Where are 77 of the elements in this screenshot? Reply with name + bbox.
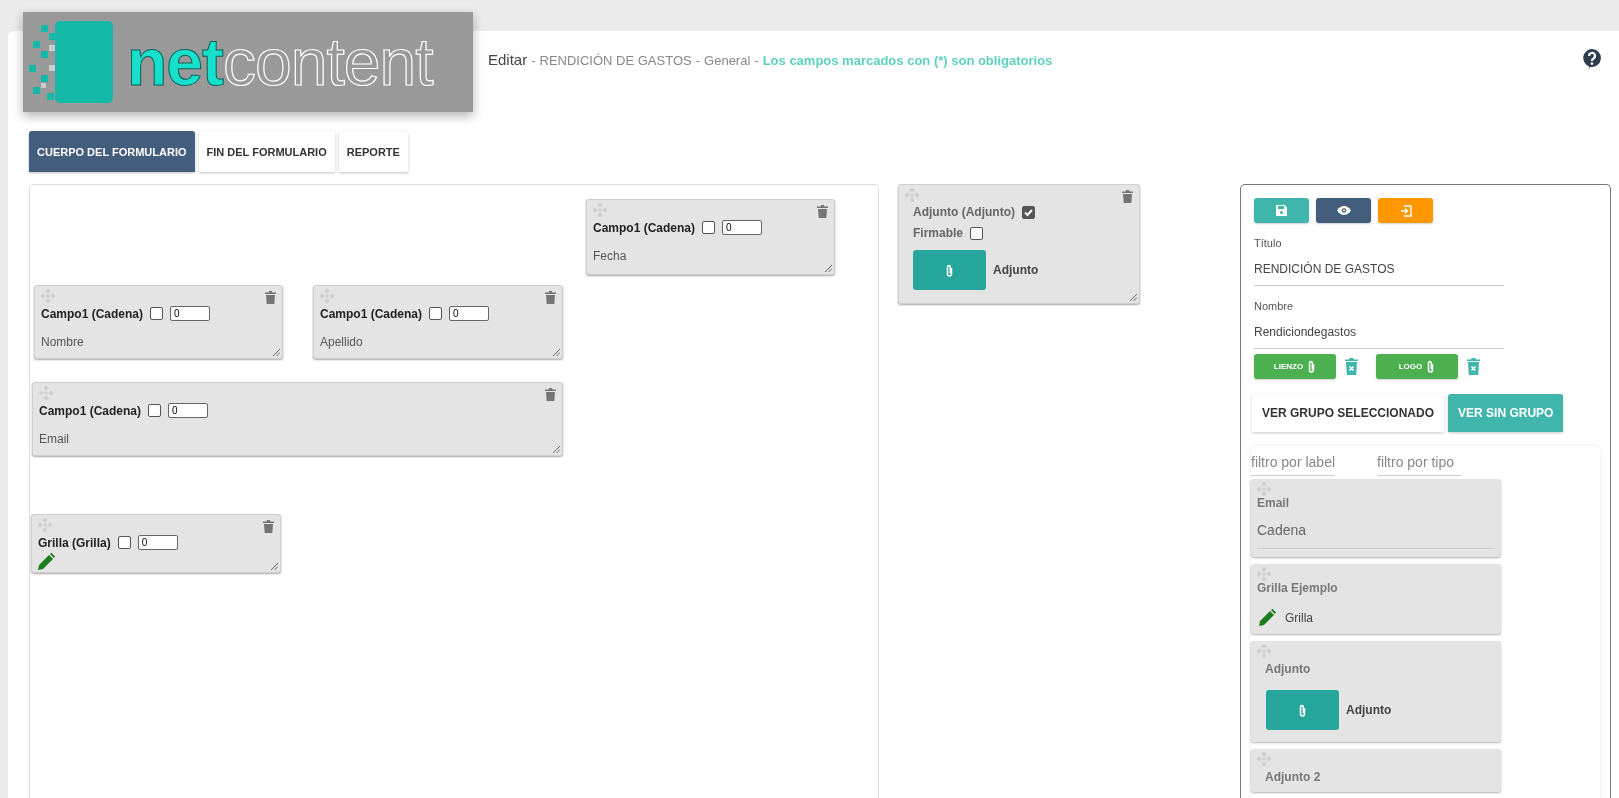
checkbox[interactable] (970, 226, 983, 240)
resize-handle[interactable] (270, 562, 278, 570)
item-title: Grilla Ejemplo (1257, 581, 1339, 595)
field-card[interactable]: Campo1 (Cadena) 0 Email (32, 382, 563, 456)
field-title: Adjunto (Adjunto) (913, 205, 1015, 219)
preview-button[interactable] (1316, 198, 1371, 223)
field-title: Grilla (Grilla) (38, 535, 111, 550)
resize-handle[interactable] (824, 264, 832, 272)
field-label: Fecha (593, 249, 628, 263)
field-title: Campo1 (Cadena) (41, 306, 144, 321)
save-icon (1276, 205, 1287, 216)
field-card[interactable]: Campo1 (Cadena) 0 Fecha (586, 199, 835, 275)
group-toggle[interactable]: VER GRUPO SELECCIONADO (1252, 394, 1445, 432)
resize-handle[interactable] (552, 445, 560, 453)
field-label: Nombre (1254, 300, 1295, 312)
grid-item[interactable]: Grilla Ejemplo Grilla (1251, 564, 1501, 634)
field-item[interactable]: Email Cadena (1251, 479, 1501, 557)
paperclip-icon (1307, 360, 1317, 373)
order-input[interactable]: 0 (449, 306, 490, 321)
field-card[interactable]: Campo1 (Cadena) 0 Nombre (34, 285, 283, 359)
attach-label: Adjunto (993, 263, 1039, 277)
grid-card[interactable]: Grilla (Grilla) 0 (31, 514, 281, 573)
signable-label: Firmable (913, 226, 963, 240)
trash-icon[interactable] (263, 520, 274, 533)
field-title: Campo1 (Cadena) (320, 306, 423, 321)
help-icon[interactable] (1583, 49, 1601, 69)
field-title: Campo1 (Cadena) (39, 403, 142, 418)
checkbox[interactable] (1021, 205, 1035, 219)
exit-icon (1399, 204, 1412, 217)
page-title: Editar - RENDICIÓN DE GASTOS - General - Los campos marcados con (*) son obligatorios (488, 50, 1054, 68)
delete-icon[interactable] (1345, 358, 1358, 375)
field-card[interactable]: Campo1 (Cadena) 0 Apellido (313, 285, 563, 359)
resize-handle[interactable] (1129, 293, 1137, 301)
trash-icon[interactable] (817, 205, 828, 218)
trash-icon[interactable] (265, 291, 276, 304)
field-label: Apellido (320, 335, 364, 349)
checkbox[interactable] (148, 404, 162, 417)
paperclip-icon (1298, 703, 1307, 717)
title-field[interactable]: RENDICIÓN DE GASTOS (1254, 249, 1504, 286)
trash-icon[interactable] (545, 388, 556, 401)
field-title: Campo1 (Cadena) (593, 220, 696, 235)
order-input[interactable]: 0 (722, 220, 763, 235)
field-label: Nombre (41, 335, 85, 349)
field-label: Email (39, 432, 70, 446)
pencil-icon[interactable] (38, 553, 55, 570)
tab[interactable]: FIN DEL FORMULARIO (198, 131, 335, 172)
checkbox[interactable] (429, 307, 443, 320)
save-button[interactable] (1254, 198, 1309, 223)
eye-icon (1336, 206, 1351, 215)
logo-wordmark: netcontent (127, 29, 433, 95)
filter-field[interactable]: filtro por label (1251, 452, 1335, 476)
name-field[interactable]: Rendiciondegastos (1254, 312, 1504, 349)
trash-icon[interactable] (1122, 190, 1133, 203)
checkbox[interactable] (117, 536, 131, 549)
attachment-item[interactable]: Adjunto 2 (1251, 749, 1501, 792)
paperclip-icon (1426, 360, 1436, 373)
tab[interactable]: REPORTE (338, 131, 408, 172)
trash-icon[interactable] (545, 291, 556, 304)
order-input[interactable]: 0 (137, 535, 178, 550)
attachment-card[interactable]: Adjunto (Adjunto) Firmable Adjunto (898, 184, 1140, 304)
pencil-icon[interactable] (1259, 609, 1276, 626)
item-type: Grilla (1285, 610, 1313, 625)
item-type: Cadena (1257, 510, 1495, 549)
item-title: Adjunto (1265, 662, 1312, 676)
checkbox[interactable] (702, 221, 716, 234)
tab[interactable]: CUERPO DEL FORMULARIO (29, 131, 195, 172)
field-label: Título (1254, 237, 1283, 249)
order-input[interactable]: 0 (170, 306, 211, 321)
paperclip-icon (945, 263, 954, 277)
item-title: Email (1257, 496, 1290, 510)
item-title: Adjunto 2 (1265, 770, 1322, 784)
resize-handle[interactable] (272, 348, 280, 356)
attach-label: Adjunto (1346, 703, 1392, 717)
order-input[interactable]: 0 (168, 403, 209, 418)
resize-handle[interactable] (552, 348, 560, 356)
checkbox[interactable] (150, 307, 164, 320)
delete-icon[interactable] (1467, 358, 1480, 375)
